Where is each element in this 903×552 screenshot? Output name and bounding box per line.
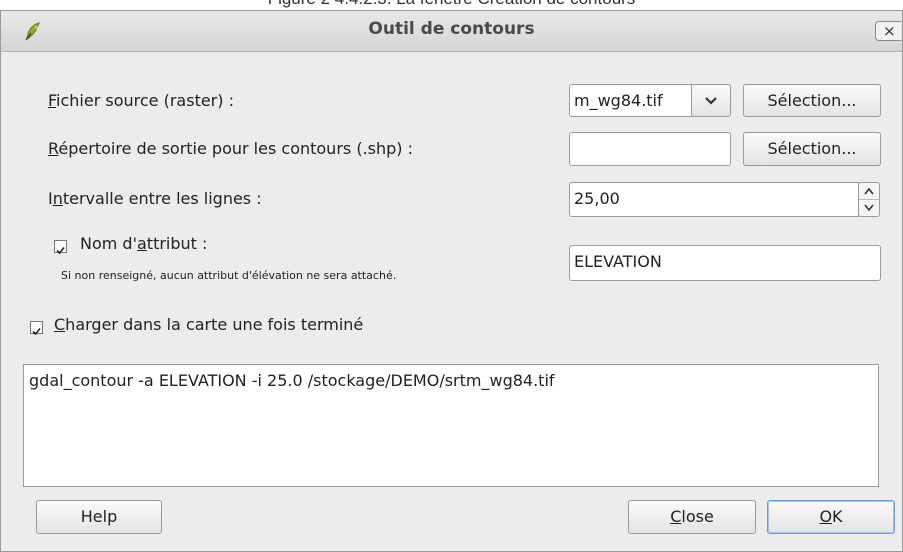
source-select-button[interactable]: Sélection... — [743, 84, 881, 117]
output-select-button[interactable]: Sélection... — [743, 132, 881, 166]
checkmark-icon — [32, 327, 41, 336]
attribute-name-field[interactable]: ELEVATION — [569, 245, 881, 281]
chevron-up-icon — [864, 187, 874, 195]
interval-spinbox[interactable]: 25,00 — [569, 182, 859, 217]
spin-down-button[interactable] — [859, 200, 879, 217]
interval-label: Intervalle entre les lignes : — [48, 189, 262, 208]
help-button[interactable]: Help — [36, 500, 162, 534]
attribute-label: Nom d'attribut : — [80, 234, 208, 253]
load-map-checkbox[interactable] — [30, 321, 43, 336]
close-window-button[interactable]: × — [875, 21, 901, 41]
source-file-label: Fichier source (raster) : — [48, 91, 234, 110]
chevron-down-icon — [705, 97, 717, 105]
close-button[interactable]: Close — [628, 500, 756, 534]
chevron-down-icon — [864, 204, 874, 211]
dialog-title: Outil de contours — [368, 19, 535, 39]
contour-tool-dialog: Outil de contours × Fichier source (rast… — [0, 10, 903, 552]
page-caption: Figure 2 4.4.2.3. La fenêtre Création de… — [0, 0, 903, 9]
checkmark-icon — [56, 246, 65, 255]
attribute-hint: Si non renseigné, aucun attribut d'éléva… — [61, 269, 397, 282]
attribute-checkbox[interactable] — [54, 240, 67, 255]
interval-spinner[interactable] — [858, 182, 880, 217]
close-icon: × — [883, 22, 896, 40]
title-bar[interactable]: Outil de contours × — [1, 11, 902, 52]
source-combo-dropdown[interactable] — [691, 84, 731, 117]
source-file-combo[interactable]: m_wg84.tif — [569, 84, 692, 117]
spin-up-button[interactable] — [859, 183, 879, 200]
output-dir-label: Répertoire de sortie pour les contours (… — [48, 139, 413, 158]
ok-button[interactable]: OK — [767, 500, 895, 534]
page-caption-fragment: Figure 2 4.4.2.3. La fenêtre Création de… — [0, 0, 903, 10]
command-preview[interactable]: gdal_contour -a ELEVATION -i 25.0 /stock… — [23, 364, 879, 487]
load-map-label: Charger dans la carte une fois terminé — [54, 315, 364, 334]
output-dir-field[interactable] — [569, 132, 731, 166]
